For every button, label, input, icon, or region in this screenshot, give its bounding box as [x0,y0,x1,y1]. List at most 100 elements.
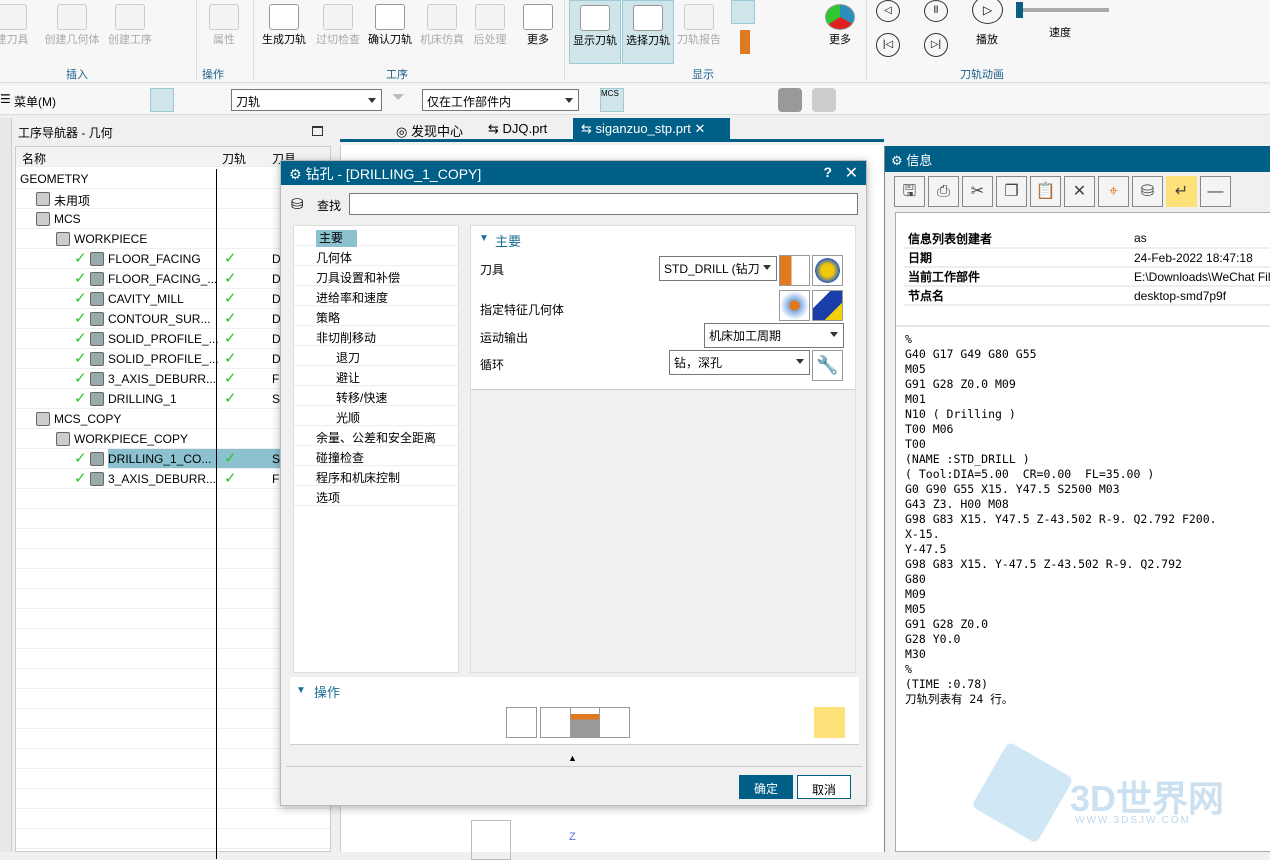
geometry-view-icon[interactable] [150,88,174,112]
verify-toolpath-button[interactable]: 确认刀轨 [362,0,418,50]
close-tab-icon[interactable]: ✕ [695,121,706,136]
hide-icon[interactable] [666,88,690,112]
show-csys-icon[interactable] [634,88,658,112]
section-tree-item[interactable]: 几何体 [294,246,458,266]
tool-display-icon[interactable] [740,30,750,54]
motion-output-select[interactable]: 机床加工周期 [704,323,844,348]
snap-icon[interactable] [910,88,934,112]
section-tree-item[interactable]: 程序和机床控制 [294,466,458,486]
row-name: SOLID_PROFILE_... [108,352,219,366]
section-tree-item[interactable]: 退刀 [294,346,458,366]
cut-icon[interactable]: ✂ [962,176,993,207]
center-icon[interactable]: ⌖ [1098,176,1129,207]
column-name[interactable]: 名称 [22,150,46,167]
program-order-view-icon[interactable] [88,88,112,112]
filter-icon[interactable]: ⏷ [391,88,415,112]
cycle-select[interactable]: 钻，深孔 [669,350,810,375]
speed-slider[interactable] [1015,2,1109,18]
tool-select[interactable]: STD_DRILL (钻刀 [659,256,777,281]
menu-button[interactable]: 菜单(M) [14,93,56,110]
section-tree-item[interactable]: 主要 [294,226,458,247]
step-back-button[interactable]: ◁ [876,0,900,22]
speed-slider-thumb[interactable] [1015,2,1023,18]
tab-djq[interactable]: ⇆ DJQ.prt [480,118,555,140]
tab-siganzuo[interactable]: ⇆ siganzuo_stp.prt ✕ [573,118,730,140]
gouge-check-button[interactable]: 过切检查 [310,0,366,50]
section-tree-item[interactable]: 余量、公差和安全距离 [294,426,458,446]
close-dialog-button[interactable]: ✕ [845,163,858,183]
collapse-up-icon[interactable]: ▲ [568,753,577,763]
wireframe-icon[interactable] [712,88,736,112]
help-button[interactable]: ? [823,164,832,180]
delete-icon[interactable]: ✕ [1064,176,1095,207]
brush-icon[interactable] [942,88,966,112]
status-check-icon: ✓ [74,250,87,267]
section-tree-item[interactable]: 避让 [294,366,458,386]
create-geometry-button[interactable]: 创建几何体 [42,0,102,50]
create-operation-button[interactable]: 创建工序 [104,0,156,50]
machining-method-view-icon[interactable] [184,88,208,112]
edit-cycle-button[interactable]: 🔧 [812,350,843,381]
replay-button[interactable] [540,707,571,738]
generate-button[interactable] [506,707,537,738]
list-button[interactable] [599,707,630,738]
collapse-icon[interactable]: ▼ [296,685,306,696]
code-line: M05 [905,602,926,616]
toolpath-check-icon: ✓ [224,370,237,387]
section-tree-item[interactable]: 转移/快速 [294,386,458,406]
display-feature-button[interactable] [812,290,843,321]
solid-icon[interactable] [778,88,802,112]
main-section-header[interactable]: 主要 [495,231,521,250]
section-tree-item[interactable]: 选项 [294,486,458,506]
column-toolpath[interactable]: 刀轨 [222,150,246,167]
ok-button[interactable]: 确定 [739,775,793,799]
minimize-icon[interactable]: — [1200,176,1231,207]
display-toolpath-button[interactable]: 显示刀轨 [569,0,621,64]
section-tree-item[interactable]: 进给率和速度 [294,286,458,306]
show-mcs-icon[interactable]: MCS [600,88,624,112]
maximize-icon[interactable] [312,126,323,136]
collapse-icon[interactable]: ▼ [479,233,489,244]
create-tool-button[interactable]: 建刀具 [0,0,40,50]
operations-section-header[interactable]: 操作 [314,682,340,701]
print-icon[interactable]: ⎙ [928,176,959,207]
find-icon[interactable]: ⛁ [1132,176,1163,207]
specify-feature-button[interactable] [779,290,810,321]
display-tool-icon[interactable] [731,0,755,24]
properties-button[interactable]: 属性 [196,0,252,50]
generate-toolpath-button[interactable]: 生成刀轨 [256,0,312,50]
edit-tool-button[interactable] [812,255,843,286]
section-tree-item[interactable]: 刀具设置和补偿 [294,266,458,286]
scope-select[interactable]: 仅在工作部件内 [422,89,579,111]
box-icon[interactable] [744,88,768,112]
play-button[interactable]: ▷ [972,0,1003,24]
select-toolpath-button[interactable]: 选择刀轨 [622,0,674,64]
cancel-button[interactable]: 取消 [797,775,851,799]
shaded-icon[interactable] [812,88,836,112]
view-cube[interactable] [471,820,511,860]
verify-button[interactable] [570,707,601,738]
forward-button[interactable]: ▷| [924,33,948,57]
new-tool-button[interactable] [779,255,810,286]
search-input[interactable] [349,193,858,215]
tab-discovery-center[interactable]: ◎ 发现中心 [388,118,471,140]
type-filter-select[interactable]: 刀轨 [231,89,382,111]
word-wrap-icon[interactable]: ↵ [1166,176,1197,207]
copy-icon[interactable]: ❐ [996,176,1027,207]
measure-icon[interactable] [844,88,868,112]
machine-tool-view-icon[interactable] [118,88,142,112]
process-more-button[interactable]: 更多 [510,0,566,50]
toolpath-report-button[interactable]: 刀轨报告 [673,0,725,50]
select-toolpath-toggle[interactable] [814,707,845,738]
rewind-button[interactable]: |◁ [876,33,900,57]
paste-icon[interactable]: 📋 [1030,176,1061,207]
section-icon[interactable] [874,88,898,112]
display-more-button[interactable]: 更多 [812,0,868,50]
pause-button[interactable]: ll [924,0,948,22]
save-icon[interactable]: 🖫 [894,176,925,207]
resource-bar[interactable] [0,118,12,852]
section-tree-item[interactable]: 非切削移动 [294,326,458,346]
section-tree-item[interactable]: 光顺 [294,406,458,426]
section-tree-item[interactable]: 碰撞检查 [294,446,458,466]
section-tree-item[interactable]: 策略 [294,306,458,326]
